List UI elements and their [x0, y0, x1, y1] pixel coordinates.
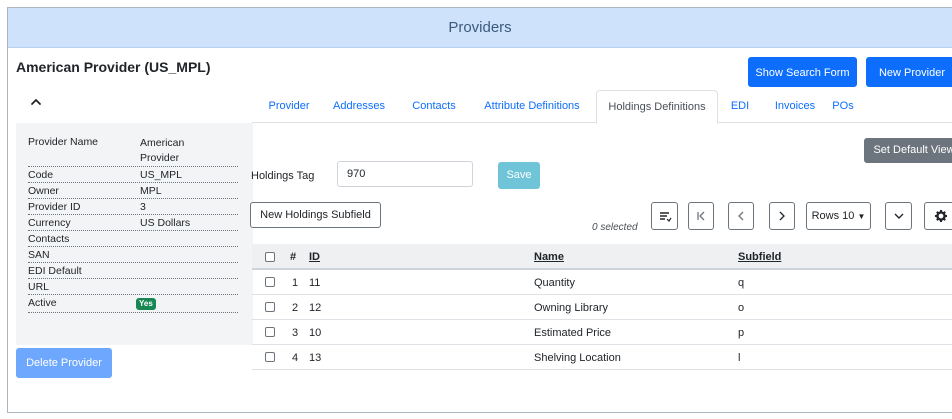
tab-bar: Provider Addresses Contacts Attribute De… — [252, 90, 952, 124]
tab-attribute-definitions[interactable]: Attribute Definitions — [470, 90, 594, 123]
delete-provider-button[interactable]: Delete Provider — [16, 348, 112, 378]
row-name: Quantity — [534, 277, 575, 289]
info-row-code: Code US_MPL — [28, 169, 238, 183]
holdings-tag-label: Holdings Tag — [251, 170, 315, 182]
tab-edi[interactable]: EDI — [722, 90, 758, 123]
row-name: Owning Library — [534, 302, 608, 314]
info-value: MPL — [140, 185, 162, 197]
caret-down-icon: ▼ — [857, 212, 866, 221]
row-checkbox[interactable] — [265, 277, 275, 287]
col-header-num: # — [290, 251, 297, 263]
chevron-right-icon — [770, 203, 794, 229]
row-checkbox[interactable] — [265, 352, 275, 362]
chevron-up-icon[interactable] — [30, 96, 42, 108]
table-header: # ID Name Subfield — [252, 244, 952, 270]
info-label: Active — [28, 297, 57, 309]
page-title: Providers — [448, 19, 512, 36]
new-holdings-subfield-button[interactable]: New Holdings Subfield — [250, 202, 381, 228]
col-header-name[interactable]: Name — [534, 251, 564, 263]
row-checkbox[interactable] — [265, 302, 275, 312]
holdings-tag-input[interactable]: 970 — [337, 161, 473, 187]
first-page-button[interactable] — [688, 202, 714, 230]
tab-provider[interactable]: Provider — [256, 90, 322, 123]
app-frame: Providers American Provider (US_MPL) Sho… — [7, 7, 952, 413]
selected-count: 0 selected — [592, 222, 638, 233]
info-row-owner: Owner MPL — [28, 185, 238, 199]
settings-button[interactable] — [924, 202, 952, 230]
table-row[interactable]: 4 13 Shelving Location l — [252, 346, 952, 370]
tab-addresses[interactable]: Addresses — [322, 90, 396, 123]
tab-pos[interactable]: POs — [826, 90, 860, 123]
chevron-left-icon — [729, 203, 753, 229]
row-subfield: p — [738, 327, 745, 339]
row-num: 4 — [292, 352, 299, 364]
save-button[interactable]: Save — [498, 162, 540, 189]
row-id: 13 — [309, 352, 322, 364]
info-label: URL — [28, 281, 50, 293]
info-label: Provider Name — [28, 136, 99, 148]
col-header-id[interactable]: ID — [309, 251, 320, 263]
info-label: EDI Default — [28, 265, 82, 277]
table-row[interactable]: 3 10 Estimated Price p — [252, 321, 952, 345]
info-label: Provider ID — [28, 201, 81, 213]
select-all-checkbox[interactable] — [265, 252, 275, 262]
info-value: US Dollars — [140, 217, 191, 229]
page-header: Providers — [8, 8, 952, 48]
info-row-currency: Currency US Dollars — [28, 217, 238, 231]
gear-icon — [925, 203, 952, 229]
show-search-form-button[interactable]: Show Search Form — [748, 57, 857, 87]
info-value: 3 — [140, 201, 146, 213]
tab-invoices[interactable]: Invoices — [766, 90, 824, 123]
row-name: Shelving Location — [534, 352, 621, 364]
info-label: Currency — [28, 217, 71, 229]
list-filter-icon — [652, 203, 677, 229]
info-row-active: Active Yes — [28, 297, 238, 313]
info-value: American Provider — [140, 137, 185, 164]
info-row-provider-id: Provider ID 3 — [28, 201, 238, 215]
table-row[interactable]: 1 11 Quantity q — [252, 271, 952, 295]
chevron-down-icon — [886, 203, 911, 229]
row-checkbox[interactable] — [265, 327, 275, 337]
col-header-subfield[interactable]: Subfield — [738, 251, 781, 263]
row-num: 1 — [292, 277, 299, 289]
first-page-icon — [689, 203, 713, 229]
info-label: SAN — [28, 249, 50, 261]
new-provider-button[interactable]: New Provider — [866, 57, 952, 87]
row-id: 11 — [309, 277, 321, 289]
row-num: 2 — [292, 302, 299, 314]
info-value: US_MPL — [140, 169, 183, 181]
info-row-san: SAN — [28, 249, 238, 263]
info-row-url: URL — [28, 281, 238, 295]
tab-contacts[interactable]: Contacts — [402, 90, 466, 123]
next-page-button[interactable] — [769, 202, 795, 230]
row-id: 12 — [309, 302, 322, 314]
info-row-contacts: Contacts — [28, 233, 238, 247]
info-row-edi-default: EDI Default — [28, 265, 238, 279]
row-id: 10 — [309, 327, 322, 339]
column-chooser-button[interactable] — [651, 202, 678, 230]
row-num: 3 — [292, 327, 299, 339]
prev-page-button[interactable] — [728, 202, 754, 230]
info-label: Owner — [28, 185, 59, 197]
provider-title: American Provider (US_MPL) — [16, 59, 211, 75]
active-status-badge: Yes — [136, 298, 156, 310]
rows-per-page-label: Rows 10 — [811, 210, 855, 222]
row-name: Estimated Price — [534, 327, 612, 339]
row-subfield: q — [738, 277, 745, 289]
set-default-view-button[interactable]: Set Default View — [864, 138, 952, 163]
table-row[interactable]: 2 12 Owning Library o — [252, 296, 952, 320]
info-row-provider-name: Provider Name American Provider — [28, 136, 238, 167]
provider-info-panel: Provider Name American Provider Code US_… — [16, 123, 253, 345]
expand-options-button[interactable] — [885, 202, 912, 230]
row-subfield: l — [738, 352, 741, 364]
info-label: Contacts — [28, 233, 70, 245]
rows-per-page-select[interactable]: Rows 10 ▼ — [806, 202, 871, 230]
tab-holdings-definitions[interactable]: Holdings Definitions — [596, 90, 718, 124]
info-label: Code — [28, 169, 54, 181]
row-subfield: o — [738, 302, 745, 314]
